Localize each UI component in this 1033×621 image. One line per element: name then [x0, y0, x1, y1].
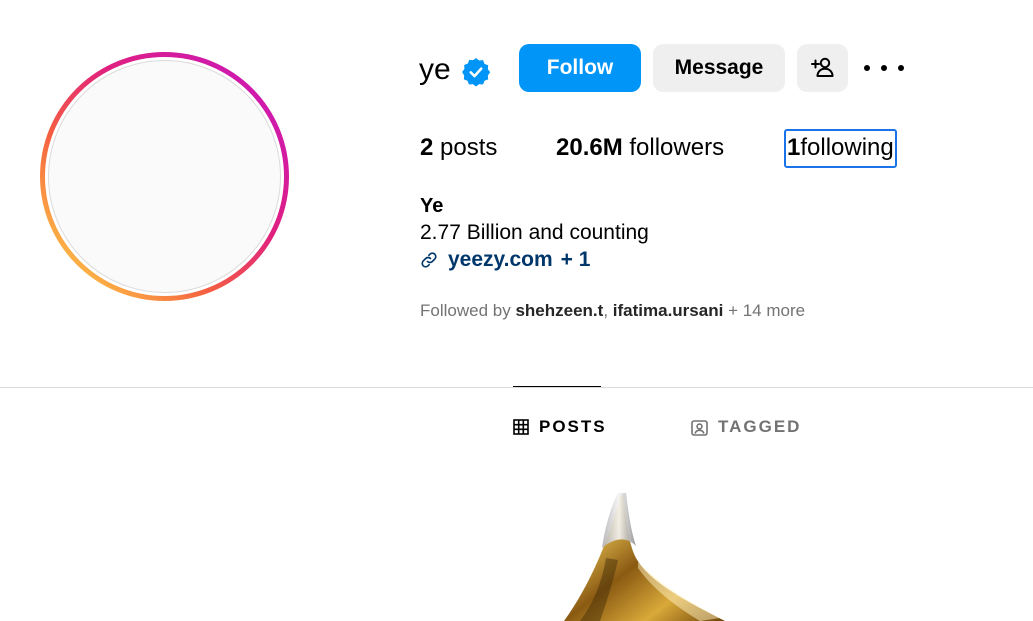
bio-link-text: yeezy.com	[448, 248, 553, 271]
dot	[898, 65, 904, 71]
profile-page: ye Follow Message 2 posts 20.6M follower…	[0, 0, 1033, 621]
verified-badge-icon	[462, 58, 491, 87]
posts-count-stat: 2 posts	[420, 132, 497, 164]
grid-icon	[513, 419, 529, 435]
following-label: following	[800, 134, 894, 161]
bio-link[interactable]: yeezy.com + 1	[420, 246, 590, 274]
followers-label: followers	[629, 134, 725, 161]
grammy-horn-image	[564, 493, 725, 621]
posts-count: 2	[420, 134, 434, 161]
followed-by[interactable]: Followed by shehzeen.t, ifatima.ursani +…	[420, 300, 805, 322]
profile-avatar-story-ring[interactable]	[40, 52, 289, 301]
add-user-button[interactable]	[797, 44, 848, 92]
link-icon	[421, 252, 437, 268]
follower-user-2: ifatima.ursani	[612, 301, 724, 320]
tabs-divider	[0, 387, 1033, 388]
active-tab-indicator	[513, 386, 601, 387]
dot	[864, 65, 870, 71]
avatar	[48, 60, 281, 293]
post-thumbnail[interactable]	[540, 488, 760, 621]
dot	[881, 65, 887, 71]
posts-label: posts	[440, 134, 498, 161]
followed-by-separator: ,	[603, 301, 609, 320]
tab-tagged-label: TAGGED	[718, 417, 802, 436]
bio-link-extra: + 1	[560, 248, 591, 271]
username: ye	[419, 53, 451, 86]
tagged-icon	[691, 419, 708, 436]
follow-button[interactable]: Follow	[519, 44, 641, 92]
add-user-icon	[810, 57, 833, 77]
following-link[interactable]: 1following	[784, 129, 897, 168]
followed-by-prefix: Followed by	[420, 301, 511, 320]
followers-count: 20.6M	[556, 134, 623, 161]
tab-posts-label: POSTS	[539, 417, 607, 436]
follower-user-1: shehzeen.t	[515, 301, 604, 320]
tab-tagged[interactable]: TAGGED	[691, 414, 801, 440]
more-options-icon[interactable]	[864, 57, 904, 79]
followers-link[interactable]: 20.6M followers	[556, 132, 724, 164]
bio-text: 2.77 Billion and counting	[420, 221, 649, 244]
message-button[interactable]: Message	[653, 44, 785, 92]
followed-by-suffix: + 14 more	[728, 301, 806, 320]
following-count: 1	[787, 134, 801, 161]
tab-posts[interactable]: POSTS	[513, 414, 607, 440]
full-name: Ye	[420, 195, 444, 217]
